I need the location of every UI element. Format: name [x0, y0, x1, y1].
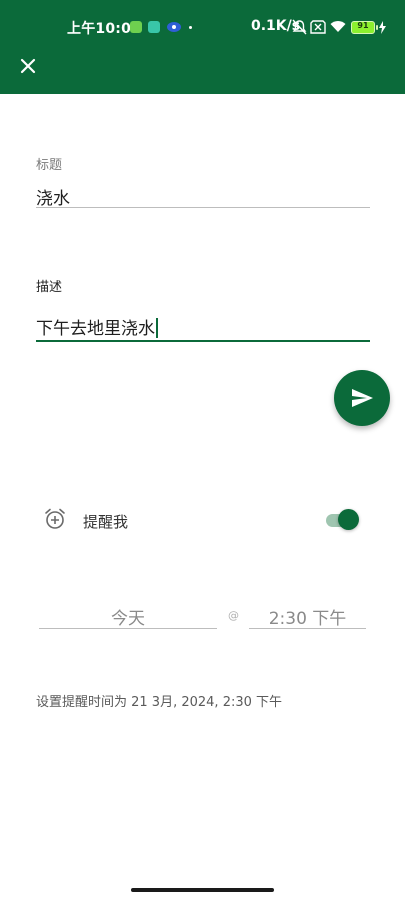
title-input[interactable]: 浇水	[36, 184, 70, 209]
reminder-toggle[interactable]	[326, 509, 360, 531]
notification-app-icon	[130, 21, 142, 33]
text-cursor	[156, 318, 158, 338]
title-label: 标题	[36, 158, 63, 173]
date-picker-value: 今天	[111, 609, 145, 629]
alarm-add-icon	[45, 508, 65, 529]
silent-bell-icon	[292, 19, 307, 35]
title-underline	[36, 207, 370, 208]
charging-icon	[379, 21, 386, 34]
gesture-navigation-bar[interactable]	[131, 888, 274, 892]
send-button[interactable]	[334, 370, 390, 426]
reminder-label: 提醒我	[83, 513, 129, 531]
send-icon	[352, 389, 373, 407]
reminder-summary: 设置提醒时间为 21 3月, 2024, 2:30 下午	[36, 695, 283, 710]
battery-icon: 91	[351, 21, 378, 34]
status-bar: 上午10:04 0.1K/s 91	[0, 0, 405, 56]
date-picker[interactable]: 今天	[39, 604, 217, 629]
more-notifications-icon	[189, 26, 192, 29]
battery-level: 91	[357, 21, 369, 30]
date-picker-underline	[39, 628, 217, 629]
sim-x-icon	[310, 20, 326, 34]
app-bar: 上午10:04 0.1K/s 91	[0, 0, 405, 94]
wifi-icon	[330, 21, 346, 32]
description-input-value: 下午去地里浇水	[36, 319, 155, 339]
time-picker[interactable]: 2:30 下午	[249, 604, 366, 629]
shield-icon	[148, 21, 160, 33]
description-label: 描述	[36, 280, 63, 295]
title-input-value: 浇水	[36, 189, 70, 209]
time-picker-underline	[249, 628, 366, 629]
reminder-toggle-thumb	[338, 509, 359, 530]
description-input[interactable]: 下午去地里浇水	[36, 314, 158, 339]
time-picker-value: 2:30 下午	[268, 609, 347, 629]
vpn-icon	[167, 22, 181, 32]
date-time-separator: @	[228, 609, 239, 622]
close-icon[interactable]	[17, 55, 39, 77]
description-underline	[36, 340, 370, 342]
